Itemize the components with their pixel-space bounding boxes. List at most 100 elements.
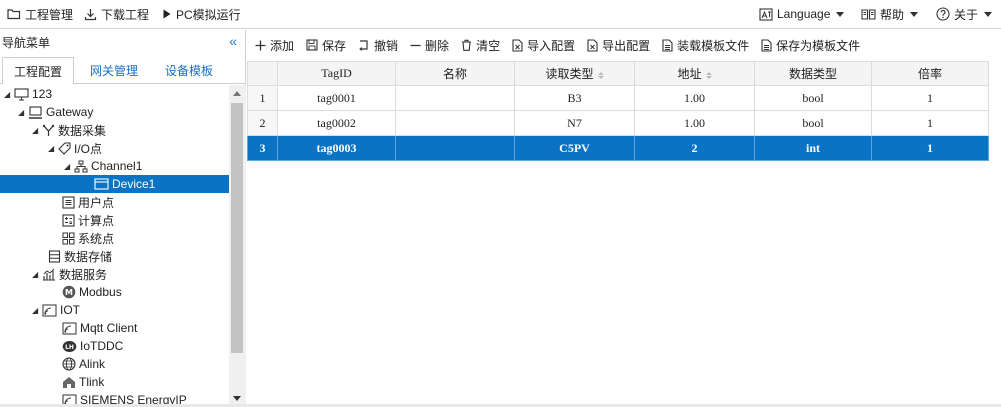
tree-node-alink[interactable]: Alink	[62, 355, 105, 373]
expanded-arrow-icon[interactable]: ◢	[4, 90, 14, 99]
column-header-read-type[interactable]: 读取类型	[514, 61, 635, 86]
expanded-arrow-icon[interactable]: ◢	[18, 108, 28, 117]
tree-node-io-points[interactable]: ◢ I/O点	[48, 139, 102, 157]
cell-tagid[interactable]: tag0002	[277, 110, 396, 136]
tree-node-channel1[interactable]: ◢ Channel1	[64, 157, 142, 175]
svg-text:LH: LH	[65, 344, 74, 351]
collect-icon	[42, 124, 55, 136]
cell-address[interactable]: 1.00	[634, 85, 755, 111]
cell-rate[interactable]: 1	[871, 135, 989, 161]
language-menu[interactable]: Language	[759, 0, 845, 28]
download-icon	[84, 8, 97, 20]
sort-icon[interactable]	[597, 71, 604, 79]
save-button[interactable]: 保存	[306, 37, 346, 54]
column-header-data-type[interactable]: 数据类型	[754, 61, 872, 86]
delete-button[interactable]: 删除	[410, 37, 449, 54]
expanded-arrow-icon[interactable]: ◢	[32, 126, 42, 135]
expanded-arrow-icon[interactable]: ◢	[64, 162, 74, 171]
tree-node-label: 用户点	[78, 195, 115, 210]
table-row-selected[interactable]: 3 tag0003 C5PV 2 int 1	[247, 135, 989, 161]
tree-node-tlink[interactable]: Tlink	[62, 373, 104, 391]
simulate-menu[interactable]: PC模拟运行	[162, 0, 241, 28]
cell-address[interactable]: 2	[634, 135, 755, 161]
tree-node-calc-points[interactable]: 计算点	[62, 211, 114, 229]
cell-name[interactable]	[395, 85, 515, 111]
tab-device-template[interactable]: 设备模板	[153, 57, 225, 84]
column-header-rate[interactable]: 倍率	[871, 61, 989, 86]
add-button[interactable]: 添加	[255, 37, 294, 54]
column-header-tagid[interactable]: TagID	[277, 61, 396, 86]
table-row[interactable]: 2 tag0002 N7 1.00 bool 1	[247, 110, 989, 136]
tree-node-device1[interactable]: Device1	[0, 175, 229, 193]
tree-node-system-points[interactable]: 系统点	[62, 229, 114, 247]
tab-project-config[interactable]: 工程配置	[2, 57, 74, 85]
cell-name[interactable]	[395, 110, 515, 136]
cell-data-type[interactable]: bool	[754, 110, 872, 136]
column-header-address[interactable]: 地址	[634, 61, 755, 86]
undo-button[interactable]: 撤销	[358, 37, 398, 54]
tree-node-data-service[interactable]: ◢ 数据服务	[32, 265, 107, 283]
tree-node-user-points[interactable]: 用户点	[62, 193, 114, 211]
expanded-arrow-icon[interactable]: ◢	[32, 270, 42, 279]
tree-node-label: Mqtt Client	[80, 321, 138, 335]
book-icon	[861, 9, 876, 20]
iotddc-icon: LH	[62, 340, 77, 352]
column-header-name[interactable]: 名称	[395, 61, 515, 86]
help-menu[interactable]: 帮助	[861, 0, 919, 28]
tree-node-label: 数据采集	[58, 123, 107, 138]
cell-read-type[interactable]: C5PV	[514, 135, 635, 161]
tree-node-iot[interactable]: ◢ IOT	[32, 301, 80, 319]
tree-scrollbar[interactable]	[229, 85, 246, 407]
tree-node-123[interactable]: ◢ 123	[4, 85, 52, 103]
cell-data-type[interactable]: int	[754, 135, 872, 161]
collapse-icon[interactable]: «	[229, 33, 237, 49]
tree-node-iotddc[interactable]: LH IoTDDC	[62, 337, 123, 355]
save-as-template-button[interactable]: 保存为模板文件	[761, 37, 860, 54]
scrollbar-thumb[interactable]	[231, 103, 243, 353]
cell-address[interactable]: 1.00	[634, 110, 755, 136]
clear-button[interactable]: 清空	[461, 37, 500, 54]
cell-tagid[interactable]: tag0001	[277, 85, 396, 111]
cell-tagid[interactable]: tag0003	[277, 135, 396, 161]
project-menu[interactable]: 工程管理	[7, 0, 73, 28]
cell-read-type[interactable]: B3	[514, 85, 635, 111]
tree-node-gateway[interactable]: ◢ Gateway	[18, 103, 93, 121]
cell-rate[interactable]: 1	[871, 85, 989, 111]
navigation-panel: 导航菜单 « 工程配置 网关管理 设备模板 ◢ 123 ◢ Gateway ◢ …	[0, 30, 246, 407]
undo-button-label: 撤销	[374, 38, 399, 53]
file-icon	[662, 38, 673, 52]
svg-text:M: M	[65, 288, 73, 297]
download-menu[interactable]: 下载工程	[84, 0, 149, 28]
cell-read-type[interactable]: N7	[514, 110, 635, 136]
tag-icon	[58, 141, 71, 155]
chevron-down-icon	[910, 11, 919, 17]
modbus-icon: M	[62, 285, 76, 299]
play-icon	[163, 9, 171, 19]
top-menu-bar: 工程管理 下载工程 PC模拟运行 Language 帮助 关于	[0, 0, 1001, 29]
file-icon	[761, 38, 772, 52]
tab-gateway-management[interactable]: 网关管理	[78, 57, 150, 84]
tree-node-mqtt-client[interactable]: Mqtt Client	[62, 319, 137, 337]
sort-icon[interactable]	[705, 71, 712, 79]
expanded-arrow-icon[interactable]: ◢	[32, 306, 42, 315]
scroll-up-icon[interactable]	[233, 91, 241, 96]
add-button-label: 添加	[270, 38, 295, 53]
import-config-button[interactable]: 导入配置	[512, 37, 575, 54]
scroll-down-icon[interactable]	[233, 396, 241, 401]
tree-node-data-collection[interactable]: ◢ 数据采集	[32, 121, 106, 139]
language-menu-label: Language	[777, 7, 831, 21]
about-menu[interactable]: 关于	[936, 0, 993, 28]
export-config-button[interactable]: 导出配置	[587, 37, 650, 54]
cell-rate[interactable]: 1	[871, 110, 989, 136]
tree-node-label: Modbus	[79, 285, 122, 299]
cell-data-type[interactable]: bool	[754, 85, 872, 111]
nav-tabs: 工程配置 网关管理 设备模板	[0, 57, 246, 85]
table-row[interactable]: 1 tag0001 B3 1.00 bool 1	[247, 85, 989, 111]
excel-import-icon	[512, 38, 523, 52]
load-template-button[interactable]: 装载模板文件	[662, 37, 749, 54]
cell-name[interactable]	[395, 135, 515, 161]
expanded-arrow-icon[interactable]: ◢	[48, 144, 58, 153]
about-menu-label: 关于	[954, 7, 979, 22]
tree-node-data-storage[interactable]: 数据存储	[48, 247, 112, 265]
tree-node-modbus[interactable]: M Modbus	[62, 283, 122, 301]
